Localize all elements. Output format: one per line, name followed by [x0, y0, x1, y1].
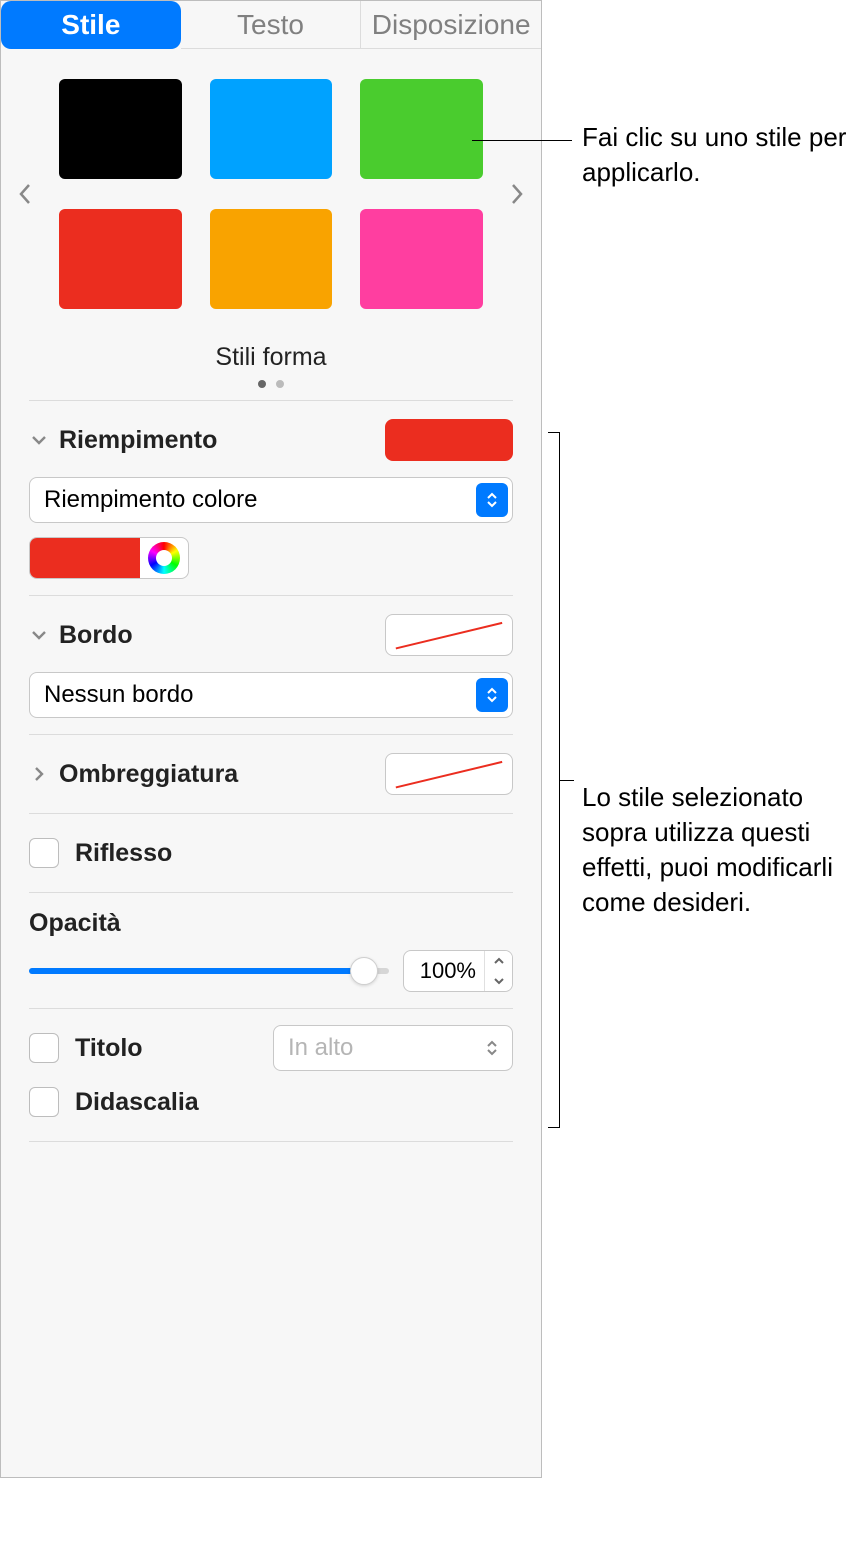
fill-type-popup[interactable]: Riempimento colore: [29, 477, 513, 523]
opacity-section: Opacità: [1, 893, 541, 1008]
title-position-value: In alto: [288, 1034, 353, 1062]
title-checkbox[interactable]: [29, 1033, 59, 1063]
opacity-slider[interactable]: [29, 956, 389, 986]
reflection-label: Riflesso: [75, 839, 172, 868]
opacity-step-down[interactable]: [485, 971, 512, 991]
fill-type-value: Riempimento colore: [44, 486, 257, 514]
popup-caret-icon: [476, 483, 508, 517]
reflection-checkbox[interactable]: [29, 838, 59, 868]
chevron-down-icon[interactable]: [29, 625, 49, 645]
title-position-popup[interactable]: In alto: [273, 1025, 513, 1071]
shadow-style-well[interactable]: [385, 753, 513, 795]
tab-style[interactable]: Stile: [1, 1, 181, 49]
style-swatch-blue[interactable]: [210, 79, 333, 179]
popup-caret-icon: [476, 678, 508, 712]
title-label: Titolo: [75, 1034, 143, 1063]
shadow-section: Ombreggiatura: [1, 735, 541, 813]
callout-top: Fai clic su uno stile per applicarlo.: [582, 120, 852, 190]
border-type-value: Nessun bordo: [44, 681, 193, 709]
border-section: Bordo Nessun bordo: [1, 596, 541, 734]
opacity-input[interactable]: [404, 958, 484, 984]
fill-color-well[interactable]: [385, 419, 513, 461]
callout-line: [472, 140, 572, 141]
callout-bracket: [548, 432, 560, 1128]
reflection-section: Riflesso: [1, 814, 541, 892]
border-type-popup[interactable]: Nessun bordo: [29, 672, 513, 718]
dot-2[interactable]: [276, 380, 284, 388]
page-dots[interactable]: [1, 380, 541, 388]
title-caption-section: Titolo In alto Didascalia: [1, 1009, 541, 1141]
tab-layout[interactable]: Disposizione: [360, 1, 541, 49]
style-swatch-pink[interactable]: [360, 209, 483, 309]
fill-section: Riempimento Riempimento colore: [1, 401, 541, 595]
popup-caret-icon: [476, 1031, 508, 1065]
opacity-step-up[interactable]: [485, 951, 512, 971]
fill-color-strip: [29, 537, 189, 579]
callout-tick: [560, 780, 574, 781]
caption-checkbox[interactable]: [29, 1087, 59, 1117]
tab-text[interactable]: Testo: [181, 1, 361, 49]
opacity-label: Opacità: [29, 909, 513, 938]
shadow-label: Ombreggiatura: [59, 760, 238, 789]
dot-1[interactable]: [258, 380, 266, 388]
format-panel: Stile Testo Disposizione Stili forma: [0, 0, 542, 1478]
style-swatch-black[interactable]: [59, 79, 182, 179]
color-wheel-icon: [148, 542, 180, 574]
slider-thumb[interactable]: [350, 957, 378, 985]
style-swatch-orange[interactable]: [210, 209, 333, 309]
tab-bar: Stile Testo Disposizione: [1, 1, 541, 49]
style-swatch-red[interactable]: [59, 209, 182, 309]
callout-bottom: Lo stile selezionato sopra utilizza ques…: [582, 780, 862, 920]
fill-current-color[interactable]: [30, 538, 140, 578]
swatches-next-button[interactable]: [505, 174, 529, 214]
chevron-down-icon[interactable]: [29, 430, 49, 450]
style-swatches-area: [1, 49, 541, 319]
fill-label: Riempimento: [59, 426, 217, 455]
styles-label: Stili forma: [1, 343, 541, 372]
swatch-grid: [37, 79, 505, 309]
border-label: Bordo: [59, 621, 133, 650]
color-wheel-button[interactable]: [140, 538, 188, 578]
opacity-field: [403, 950, 513, 992]
style-swatch-green[interactable]: [360, 79, 483, 179]
swatches-prev-button[interactable]: [13, 174, 37, 214]
border-style-well[interactable]: [385, 614, 513, 656]
caption-label: Didascalia: [75, 1088, 199, 1117]
chevron-right-icon[interactable]: [29, 764, 49, 784]
